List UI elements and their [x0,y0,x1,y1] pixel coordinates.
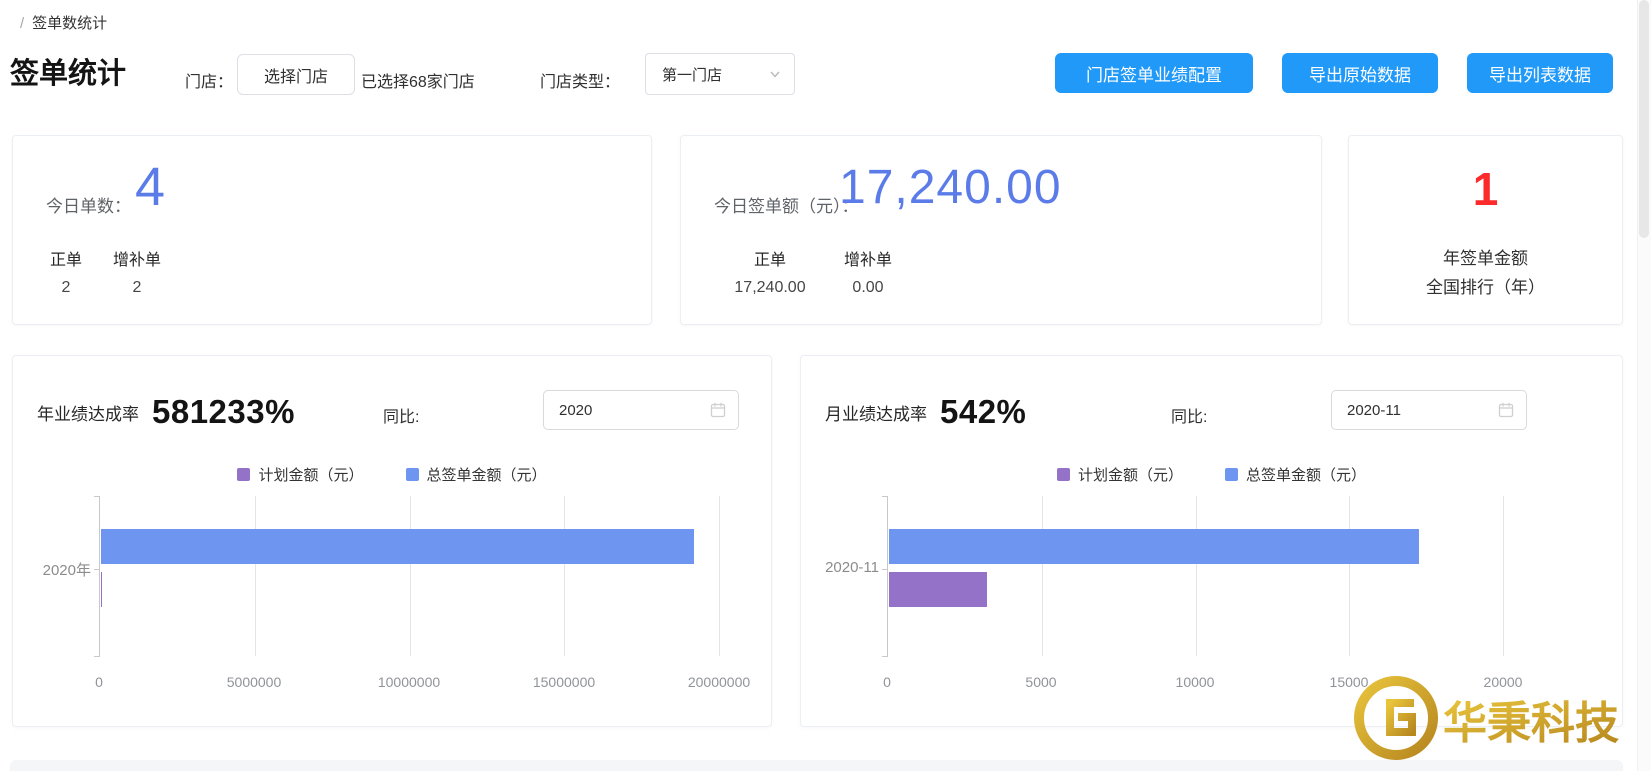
store-type-label: 门店类型： [540,68,620,92]
breakdown-normal-orders: 正单 2 [33,246,99,297]
today-orders-card: 今日单数： 4 正单 2 增补单 2 [12,135,652,325]
ranking-line2: 全国排行（年） [1349,273,1622,298]
x-axis-labels: 05000100001500020000 [887,674,1503,694]
store-selected-text: 已选择68家门店 [361,68,475,92]
compare-label: 同比: [1171,403,1207,427]
today-amount-label: 今日签单额（元）： [714,192,859,217]
breakdown-supplement-orders: 增补单 2 [101,246,173,297]
compare-label: 同比: [383,403,419,427]
ranking-card: 1 年签单金额 全国排行（年） [1348,135,1623,325]
monthly-chart-title: 月业绩达成率 [825,400,927,425]
x-tick-label: 15000000 [533,674,595,690]
export-list-data-button[interactable]: 导出列表数据 [1467,53,1613,93]
ranking-value: 1 [1349,162,1622,216]
x-tick-label: 0 [95,674,103,690]
breakdown-normal-amount: 正单 17,240.00 [711,246,829,297]
gridline [1349,496,1350,656]
bar-total [101,529,694,564]
x-tick-label: 15000 [1330,674,1369,690]
monthly-bar-chart: 2020-11 0 5000 10000 15000 20000 [801,496,1622,721]
legend-swatch-purple [237,468,250,481]
legend-item-total[interactable]: 总签单金额（元） [1225,464,1366,485]
gridline [410,496,411,656]
chart-legend: 计划金额（元） 总签单金额（元） [801,464,1622,485]
legend-swatch-blue [406,468,419,481]
y-axis-category-label: 2020年 [13,559,91,580]
legend-item-plan[interactable]: 计划金额（元） [237,464,363,485]
x-tick-label: 20000 [1484,674,1523,690]
store-type-value: 第一门店 [662,64,768,85]
gridline [719,496,720,656]
x-tick-label: 10000000 [378,674,440,690]
export-raw-data-button[interactable]: 导出原始数据 [1282,53,1438,93]
plot-area [99,496,719,656]
chart-legend: 计划金额（元） 总签单金额（元） [13,464,771,485]
x-tick-label: 0 [883,674,891,690]
chevron-down-icon [768,67,782,81]
x-axis-labels: 05000000100000001500000020000000 [99,674,719,694]
legend-item-plan[interactable]: 计划金额（元） [1057,464,1183,485]
next-section-top-edge [10,760,1623,771]
today-amount-card: 今日签单额（元）： 17,240.00 正单 17,240.00 增补单 0.0… [680,135,1322,325]
legend-swatch-purple [1057,468,1070,481]
yearly-bar-chart: 2020年 0 5000000 10000000 15000000 20000000 [13,496,771,721]
breadcrumb-item[interactable]: 签单数统计 [32,15,107,32]
year-picker[interactable]: 2020 [543,390,739,430]
calendar-icon [710,402,726,418]
month-picker[interactable]: 2020-11 [1331,390,1527,430]
today-orders-value: 4 [135,156,165,218]
scrollbar-thumb[interactable] [1639,0,1649,238]
calendar-icon [1498,402,1514,418]
page-title: 签单统计 [10,50,126,92]
legend-swatch-blue [1225,468,1238,481]
x-tick-label: 5000000 [227,674,282,690]
yearly-rate-value: 581233% [152,393,295,431]
gridline [1503,496,1504,656]
select-store-button[interactable]: 选择门店 [237,54,355,95]
bar-plan [889,572,987,607]
breadcrumb-separator: / [20,15,24,32]
monthly-rate-value: 542% [940,393,1026,431]
today-orders-label: 今日单数： [46,192,131,217]
yearly-performance-card: 年业绩达成率 581233% 同比: 2020 计划金额（元） 总签单金额（元）… [12,355,772,727]
x-tick-label: 10000 [1176,674,1215,690]
ranking-line1: 年签单金额 [1349,244,1622,269]
gridline [255,496,256,656]
x-tick-label: 20000000 [688,674,750,690]
monthly-performance-card: 月业绩达成率 542% 同比: 2020-11 计划金额（元） 总签单金额（元）… [800,355,1623,727]
gridline [1196,496,1197,656]
bar-total [889,529,1419,564]
month-picker-value: 2020-11 [1347,402,1498,419]
plot-area [887,496,1503,656]
store-type-select[interactable]: 第一门店 [645,53,795,95]
store-performance-config-button[interactable]: 门店签单业绩配置 [1055,53,1253,93]
gridline [1042,496,1043,656]
breadcrumb: / 签单数统计 [20,12,107,33]
year-picker-value: 2020 [559,402,710,419]
store-filter-label: 门店： [185,68,233,92]
gridline [564,496,565,656]
yearly-chart-title: 年业绩达成率 [37,400,139,425]
scrollbar-track[interactable] [1637,0,1651,771]
today-amount-value: 17,240.00 [839,160,1062,215]
legend-item-total[interactable]: 总签单金额（元） [406,464,547,485]
breakdown-supplement-amount: 增补单 0.00 [833,246,903,297]
y-axis-category-label: 2020-11 [801,559,879,576]
x-tick-label: 5000 [1025,674,1056,690]
